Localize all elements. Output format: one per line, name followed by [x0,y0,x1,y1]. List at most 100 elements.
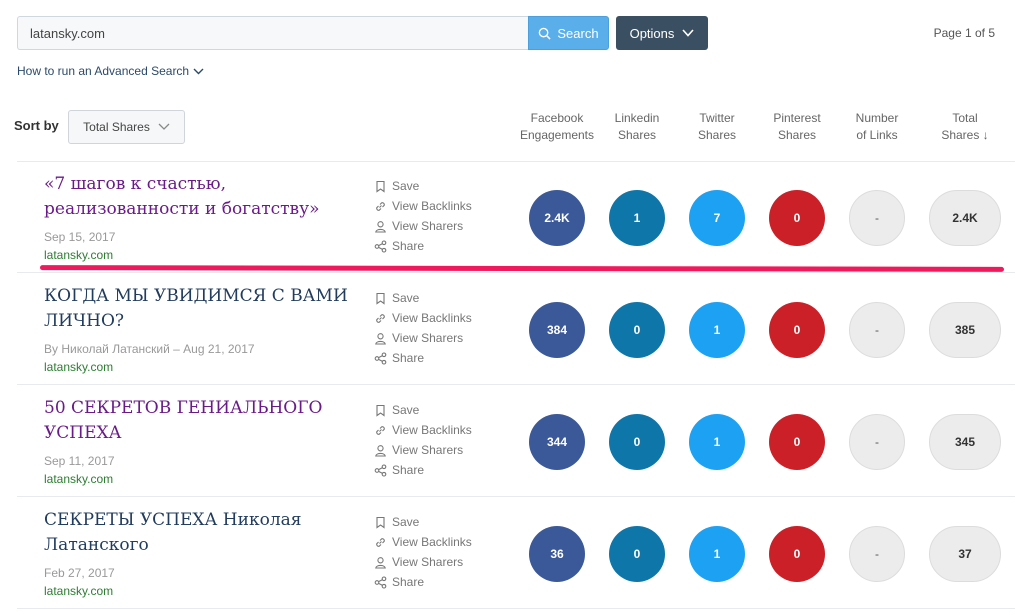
number-of-links-value: - [849,190,905,246]
linkedin-shares-value: 0 [609,526,665,582]
column-header-facebook[interactable]: Facebook Engagements [512,110,602,144]
advanced-search-link[interactable]: How to run an Advanced Search [17,64,204,78]
article-meta: Sep 15, 2017 [44,230,116,244]
options-button[interactable]: Options [616,16,708,50]
article-title[interactable]: СЕКРЕТЫ УСПЕХА Николая Латанского [44,508,364,558]
article-row: КОГДА МЫ УВИДИМСЯ С ВАМИ ЛИЧНО? By Никол… [17,274,1015,384]
share-label: Share [392,351,425,365]
number-of-links-value: - [849,414,905,470]
view-backlinks-button[interactable]: View Backlinks [374,532,472,552]
share-button[interactable]: Share [374,572,472,592]
view-sharers-button[interactable]: View Sharers [374,216,472,236]
total-shares-value: 2.4K [929,190,1001,246]
column-header-linkedin[interactable]: Linkedin Shares [592,110,682,144]
column-header-line: of Links [856,128,898,142]
column-header-twitter[interactable]: Twitter Shares [672,110,762,144]
article-row: «7 шагов к счастью, реализованности и бо… [17,162,1015,272]
pinterest-shares-value: 0 [769,302,825,358]
share-icon [374,575,387,589]
article-domain[interactable]: latansky.com [44,584,113,598]
linkedin-shares-value: 0 [609,302,665,358]
article-domain[interactable]: latansky.com [44,248,113,262]
save-label: Save [392,291,420,305]
chevron-down-icon [193,68,204,74]
article-actions: Save View Backlinks View Sharers Share [374,512,472,592]
options-button-label: Options [629,25,675,41]
sort-select[interactable]: Total Shares [68,110,185,144]
column-header-line: Number [855,111,899,125]
user-icon [375,220,386,233]
save-label: Save [392,515,420,529]
linkedin-shares-value: 1 [609,190,665,246]
share-icon [374,239,387,253]
user-icon [375,556,386,569]
article-title[interactable]: «7 шагов к счастью, реализованности и бо… [44,172,364,222]
view-backlinks-label: View Backlinks [392,535,472,549]
save-button[interactable]: Save [374,176,472,196]
link-icon [376,313,385,323]
facebook-engagements-value: 384 [529,302,585,358]
twitter-shares-value: 1 [689,414,745,470]
facebook-engagements-value: 344 [529,414,585,470]
view-backlinks-button[interactable]: View Backlinks [374,420,472,440]
save-label: Save [392,179,420,193]
sort-selected-value: Total Shares [83,120,150,134]
article-title[interactable]: КОГДА МЫ УВИДИМСЯ С ВАМИ ЛИЧНО? [44,284,364,334]
article-meta: By Николай Латанский – Aug 21, 2017 [44,342,255,356]
view-sharers-button[interactable]: View Sharers [374,440,472,460]
view-backlinks-button[interactable]: View Backlinks [374,308,472,328]
article-row: СЕКРЕТЫ УСПЕХА Николая Латанского Feb 27… [17,498,1015,608]
facebook-engagements-value: 36 [529,526,585,582]
share-button[interactable]: Share [374,236,472,256]
bookmark-icon [376,180,385,193]
search-button[interactable]: Search [528,16,609,50]
triangle-down-icon [682,29,694,37]
save-button[interactable]: Save [374,400,472,420]
view-backlinks-label: View Backlinks [392,423,472,437]
pinterest-shares-value: 0 [769,190,825,246]
view-sharers-label: View Sharers [392,331,464,345]
article-meta: Feb 27, 2017 [44,566,115,580]
view-sharers-label: View Sharers [392,555,464,569]
link-icon [376,425,385,435]
column-header-line: Linkedin [614,111,660,125]
column-header-line: Twitter [699,111,735,125]
article-row: 50 СЕКРЕТОВ ГЕНИАЛЬНОГО УСПЕХА Sep 11, 2… [17,386,1015,496]
link-icon [376,201,385,211]
view-sharers-button[interactable]: View Sharers [374,552,472,572]
twitter-shares-value: 1 [689,302,745,358]
column-header-line: Shares [697,128,737,142]
twitter-shares-value: 7 [689,190,745,246]
article-domain[interactable]: latansky.com [44,360,113,374]
bookmark-icon [376,292,385,305]
user-icon [375,332,386,345]
facebook-engagements-value: 2.4K [529,190,585,246]
number-of-links-value: - [849,526,905,582]
column-header-line: Shares ↓ [941,128,989,142]
bookmark-icon [376,516,385,529]
pinterest-shares-value: 0 [769,526,825,582]
article-title[interactable]: 50 СЕКРЕТОВ ГЕНИАЛЬНОГО УСПЕХА [44,396,364,446]
article-domain[interactable]: latansky.com [44,472,113,486]
page-indicator: Page 1 of 5 [933,26,995,40]
column-header-links[interactable]: Number of Links [832,110,922,144]
column-header-line: Total [952,111,978,125]
search-input[interactable] [17,16,528,50]
view-sharers-button[interactable]: View Sharers [374,328,472,348]
column-header-pinterest[interactable]: Pinterest Shares [752,110,842,144]
save-button[interactable]: Save [374,288,472,308]
save-label: Save [392,403,420,417]
search-icon [539,27,551,40]
share-button[interactable]: Share [374,460,472,480]
view-backlinks-label: View Backlinks [392,199,472,213]
column-header-line: Pinterest [773,111,821,125]
save-button[interactable]: Save [374,512,472,532]
column-header-total[interactable]: Total Shares ↓ [920,110,1010,144]
view-backlinks-button[interactable]: View Backlinks [374,196,472,216]
share-label: Share [392,463,425,477]
share-button[interactable]: Share [374,348,472,368]
total-shares-value: 345 [929,414,1001,470]
bookmark-icon [376,404,385,417]
share-icon [374,351,387,365]
link-icon [376,537,385,547]
